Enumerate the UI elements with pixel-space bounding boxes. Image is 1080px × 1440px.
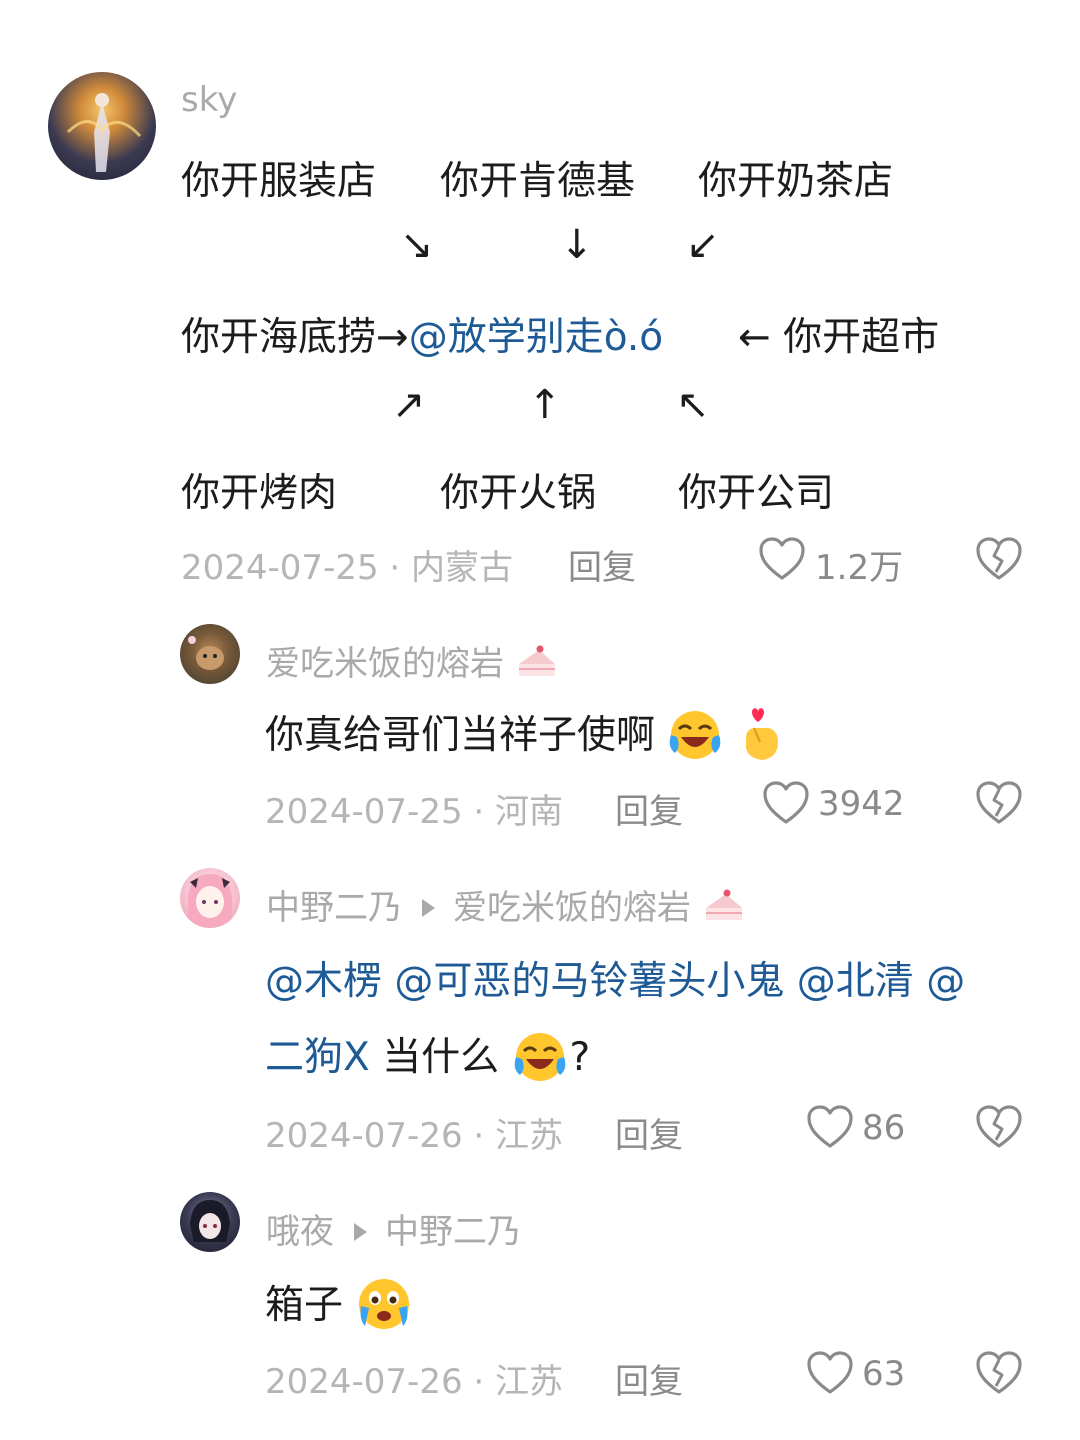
mention-link[interactable]: @木楞 @可恶的马铃薯头小鬼 @北清 @: [265, 950, 965, 1006]
comment-text: 你开公司: [678, 471, 835, 516]
like-count: 86: [862, 1108, 906, 1148]
heart-icon: [807, 1105, 853, 1148]
username-text: 爱吃米饭的熔岩: [266, 644, 504, 684]
reply-to-arrow-icon: [354, 1222, 367, 1241]
like-count: 1.2万: [815, 548, 904, 588]
crying-emoji-icon: [359, 1278, 410, 1329]
reply-button[interactable]: 回复: [568, 540, 636, 589]
broken-heart-icon: [976, 537, 1022, 580]
comment-text: 你开火锅: [440, 471, 597, 516]
arrow-down-right: ↘: [400, 222, 434, 268]
finger-heart-icon: [745, 707, 778, 760]
meta-separator: ·: [462, 1362, 496, 1402]
avatar[interactable]: [48, 72, 156, 180]
username[interactable]: sky: [181, 80, 237, 120]
comment-text: 你开烤肉: [181, 471, 338, 516]
comment-meta: 2024-07-25 · 河南: [265, 784, 563, 833]
avatar[interactable]: [180, 1192, 240, 1252]
mention-link[interactable]: 二狗X: [265, 1035, 370, 1080]
comment-text-line: 二狗X 当什么 ?: [265, 1026, 590, 1083]
comment-meta: 2024-07-26 · 江苏: [265, 1354, 563, 1403]
username[interactable]: 爱吃米饭的熔岩: [266, 636, 559, 685]
comment-text: 你真给哥们当祥子使啊: [265, 713, 656, 758]
arrow-down-left: ↙: [686, 222, 720, 268]
arrow-up: ↑: [528, 382, 562, 428]
comment-text: 你开奶茶店: [698, 159, 894, 204]
comment-text: 当什么: [369, 1035, 500, 1080]
username-text: 中野二乃: [266, 888, 402, 928]
comment-meta: 2024-07-25 · 内蒙古: [181, 540, 513, 589]
avatar[interactable]: [180, 868, 240, 928]
avatar-image: [66, 93, 142, 172]
laughing-crying-emoji-icon: [514, 1032, 565, 1081]
meta-separator: ·: [378, 548, 412, 588]
dislike-button[interactable]: [975, 536, 1023, 586]
arrow-down: ↓: [560, 222, 594, 268]
arrow-up-right: ↗: [392, 382, 426, 428]
like-button[interactable]: [806, 1104, 854, 1154]
heart-icon: [807, 1351, 853, 1394]
comment-text-line: 箱子: [265, 1274, 413, 1332]
cake-icon: [705, 889, 742, 920]
dislike-button[interactable]: [975, 780, 1023, 830]
comment-text: ← 你开超市: [738, 315, 940, 360]
like-button[interactable]: [758, 536, 806, 586]
comment-text-line: 你开海底捞→@放学别走ò.ó: [181, 306, 663, 362]
avatar-image: [188, 874, 232, 926]
mention-link[interactable]: @放学别走ò.ó: [409, 315, 663, 360]
username[interactable]: 中野二乃 爱吃米饭的熔岩: [266, 880, 746, 929]
broken-heart-icon: [976, 781, 1022, 824]
broken-heart-icon: [976, 1105, 1022, 1148]
comment-text: 你开海底捞→: [181, 315, 409, 360]
reply-to-username[interactable]: 爱吃米饭的熔岩: [453, 888, 691, 928]
cake-icon: [518, 645, 555, 676]
comment-meta: 2024-07-26 · 江苏: [265, 1108, 563, 1157]
laughing-crying-emoji-icon: [670, 710, 721, 759]
heart-icon: [759, 537, 805, 580]
like-button[interactable]: [806, 1350, 854, 1400]
username-text: 哦夜: [266, 1212, 334, 1252]
reply-button[interactable]: 回复: [615, 1108, 683, 1157]
dislike-button[interactable]: [975, 1104, 1023, 1154]
reply-to-arrow-icon: [422, 898, 435, 917]
meta-separator: ·: [462, 1116, 496, 1156]
comment-location: 江苏: [495, 1116, 564, 1156]
comment-location: 江苏: [495, 1362, 564, 1402]
like-count: 3942: [818, 784, 905, 824]
like-count: 63: [862, 1354, 906, 1394]
reply-to-username[interactable]: 中野二乃: [385, 1212, 521, 1252]
comment-text: ?: [569, 1035, 591, 1080]
comment-text: 你开肯德基: [440, 159, 636, 204]
comment-text-line: 你真给哥们当祥子使啊: [265, 704, 786, 764]
reply-button[interactable]: 回复: [615, 784, 683, 833]
dislike-button[interactable]: [975, 1350, 1023, 1400]
username[interactable]: 哦夜 中野二乃: [266, 1204, 521, 1253]
like-button[interactable]: [762, 780, 810, 830]
avatar-image: [190, 1200, 230, 1242]
comment-date: 2024-07-25: [265, 792, 463, 832]
comment-date: 2024-07-26: [265, 1362, 463, 1402]
comment-text: 箱子: [265, 1283, 344, 1328]
comment-location: 河南: [495, 792, 564, 832]
reply-button[interactable]: 回复: [615, 1354, 683, 1403]
avatar[interactable]: [180, 624, 240, 684]
arrow-up-left: ↖: [676, 382, 710, 428]
meta-separator: ·: [462, 792, 496, 832]
broken-heart-icon: [976, 1351, 1022, 1394]
comment-location: 内蒙古: [411, 548, 514, 588]
comment-date: 2024-07-25: [181, 548, 379, 588]
heart-icon: [763, 781, 809, 824]
comment-text: 你开服装店: [181, 159, 377, 204]
avatar-image: [188, 636, 224, 670]
comment-date: 2024-07-26: [265, 1116, 463, 1156]
